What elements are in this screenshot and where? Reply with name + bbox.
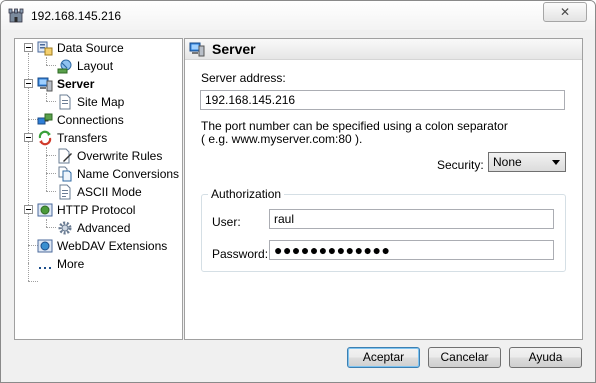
- user-input[interactable]: raul: [269, 209, 554, 229]
- authorization-group: Authorization User: raul Password: ●●●●●…: [201, 187, 566, 272]
- tree-item-label: Server: [57, 77, 95, 91]
- tree-item-label: Transfers: [57, 131, 108, 145]
- collapse-server-toggle[interactable]: [24, 79, 33, 88]
- tree-line: [28, 263, 29, 281]
- security-select-value: None: [493, 155, 522, 169]
- tree-item-more[interactable]: More: [37, 255, 84, 273]
- port-note-line2: ( e.g. www.myserver.com:80 ).: [201, 132, 363, 146]
- tree-item-data-source[interactable]: Data Source: [37, 39, 124, 57]
- cancel-button[interactable]: Cancelar: [428, 347, 501, 368]
- layout-icon: [57, 59, 72, 74]
- tree-item-transfers[interactable]: Transfers: [37, 129, 107, 147]
- tree-item-label: HTTP Protocol: [57, 203, 136, 217]
- tree-item-label: Name Conversions: [77, 167, 180, 181]
- tree-line: [28, 281, 38, 282]
- password-label: Password:: [212, 247, 269, 261]
- tree-item-http-protocol[interactable]: HTTP Protocol: [37, 201, 135, 219]
- server-settings-panel: Server Server address: 192.168.145.216 T…: [184, 38, 583, 340]
- tree-item-label: ASCII Mode: [77, 185, 142, 199]
- site-map-icon: [59, 94, 71, 110]
- tree-item-advanced[interactable]: Advanced: [57, 219, 130, 237]
- transfers-icon: [38, 130, 52, 146]
- collapse-data-source-toggle[interactable]: [24, 43, 33, 52]
- authorization-legend: Authorization: [208, 187, 285, 201]
- tree-item-connections[interactable]: Connections: [37, 111, 124, 129]
- options-tree[interactable]: Data Source Layout Server Site Map Conne…: [14, 38, 183, 340]
- castle-icon: [8, 8, 24, 23]
- tree-item-label: Overwrite Rules: [77, 149, 163, 163]
- tree-item-server[interactable]: Server: [37, 75, 94, 93]
- overwrite-rules-icon: [58, 148, 72, 164]
- tree-item-label: Data Source: [57, 41, 124, 55]
- tree-item-ascii-mode[interactable]: ASCII Mode: [57, 183, 142, 201]
- data-source-icon: [37, 41, 53, 56]
- ascii-mode-icon: [59, 184, 71, 200]
- http-protocol-icon: [37, 203, 53, 217]
- tree-item-overwrite-rules[interactable]: Overwrite Rules: [57, 147, 162, 165]
- options-dialog: 192.168.145.216 ✕ Data Source Layout Ser…: [0, 0, 596, 383]
- section-header: Server: [185, 39, 582, 60]
- server-address-input[interactable]: 192.168.145.216: [200, 90, 565, 110]
- collapse-transfers-toggle[interactable]: [24, 133, 33, 142]
- tree-item-site-map[interactable]: Site Map: [57, 93, 124, 111]
- tree-line: [46, 147, 47, 191]
- title-bar[interactable]: 192.168.145.216 ✕: [1, 1, 595, 30]
- tree-line: [46, 65, 56, 66]
- tree-line: [46, 93, 47, 101]
- security-label: Security:: [437, 158, 484, 172]
- window-title: 192.168.145.216: [31, 9, 122, 23]
- server-icon: [37, 77, 53, 92]
- tree-line: [46, 155, 56, 156]
- close-button[interactable]: ✕: [543, 2, 587, 22]
- tree-item-label: Advanced: [77, 221, 131, 235]
- password-input[interactable]: ●●●●●●●●●●●●●: [269, 240, 554, 260]
- tree-line: [46, 173, 56, 174]
- server-address-label: Server address:: [201, 71, 286, 85]
- tree-line: [46, 57, 47, 65]
- name-conversions-icon: [58, 166, 72, 182]
- security-select[interactable]: None: [488, 152, 566, 172]
- webdav-icon: [37, 239, 53, 253]
- tree-item-label: WebDAV Extensions: [57, 239, 168, 253]
- advanced-gear-icon: [58, 221, 72, 235]
- server-icon: [189, 42, 205, 57]
- user-label: User:: [212, 215, 241, 229]
- section-title: Server: [212, 41, 256, 57]
- close-icon: ✕: [559, 5, 571, 19]
- collapse-http-protocol-toggle[interactable]: [24, 205, 33, 214]
- ellipsis-icon: [39, 267, 51, 269]
- tree-line: [46, 191, 56, 192]
- tree-item-label: Site Map: [77, 95, 125, 109]
- accept-button[interactable]: Aceptar: [347, 347, 420, 368]
- help-button[interactable]: Ayuda: [509, 347, 582, 368]
- tree-line: [46, 101, 56, 102]
- tree-item-layout[interactable]: Layout: [57, 57, 113, 75]
- chevron-down-icon: [552, 160, 560, 165]
- tree-item-webdav-extensions[interactable]: WebDAV Extensions: [37, 237, 167, 255]
- tree-item-label: Connections: [57, 113, 124, 127]
- tree-item-label: More: [57, 257, 85, 271]
- connections-icon: [37, 113, 53, 125]
- port-note-line1: The port number can be specified using a…: [201, 119, 508, 133]
- tree-line: [46, 227, 56, 228]
- tree-line: [46, 219, 47, 227]
- tree-item-label: Layout: [77, 59, 114, 73]
- tree-item-name-conversions[interactable]: Name Conversions: [57, 165, 179, 183]
